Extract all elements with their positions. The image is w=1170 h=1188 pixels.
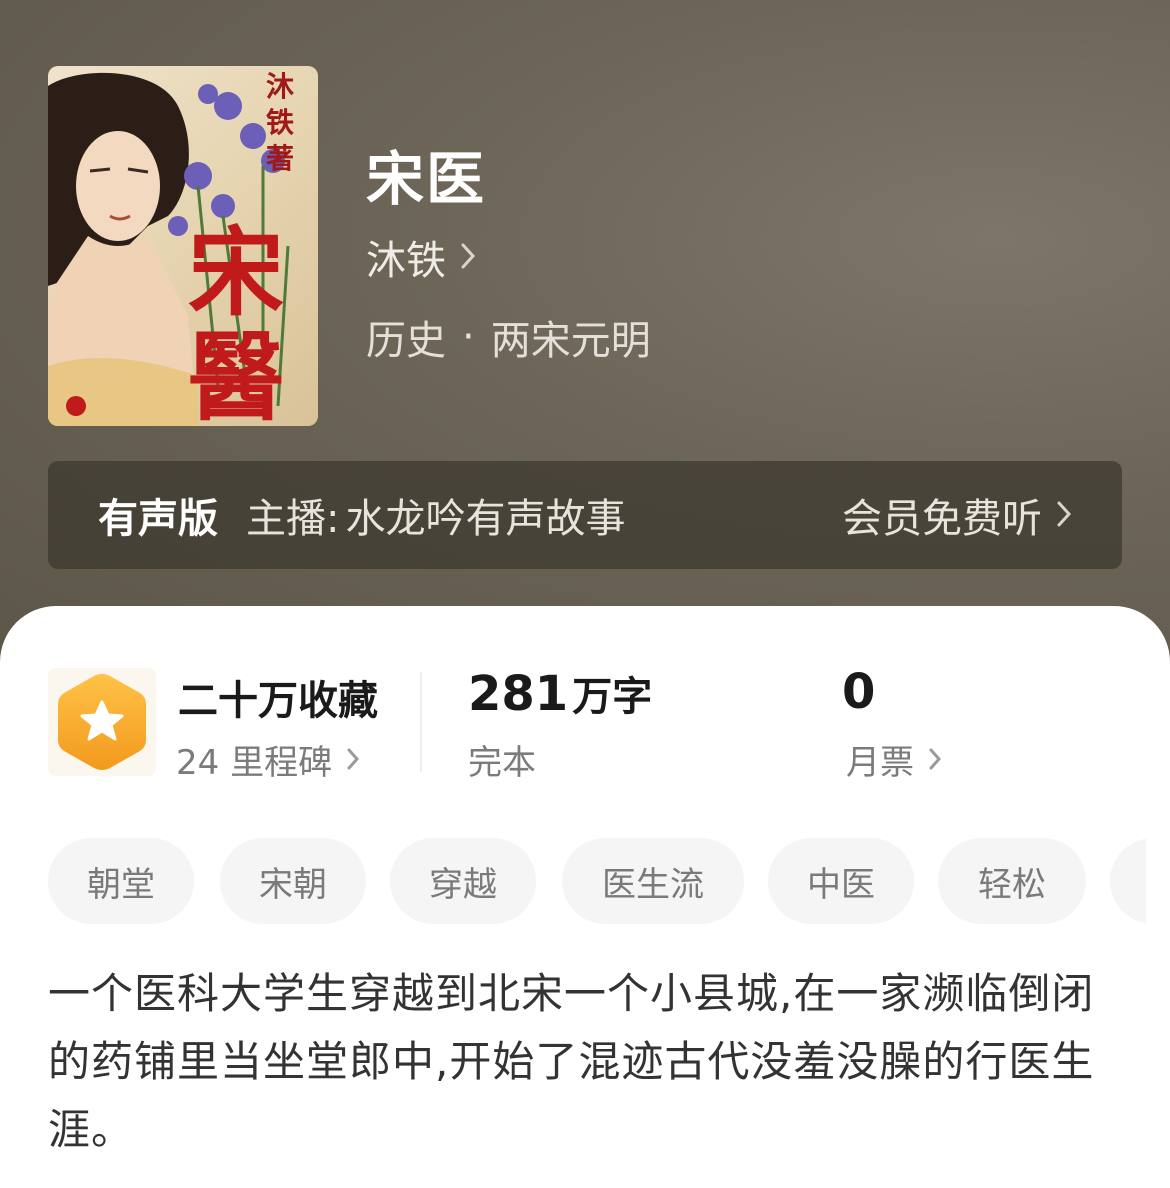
subcategory: 两宋元明 [490, 318, 651, 364]
category: 历史 [366, 318, 446, 364]
monthly-tickets-label: 月票 [846, 743, 914, 783]
svg-text:沐: 沐 [266, 70, 294, 103]
audio-host: 主播: 水龙吟有声故事 [246, 486, 625, 544]
milestones-link[interactable]: 24 里程碑 [176, 735, 360, 784]
svg-text:铁: 铁 [266, 106, 294, 139]
tag-chip[interactable]: 医生流 [562, 838, 744, 924]
tag-chip[interactable]: 穿越 [390, 838, 536, 924]
book-synopsis: 一个医科大学生穿越到北宋一个小县城,在一家濒临倒闭的药铺里当坐堂郎中,开始了混迹… [48, 969, 1095, 1154]
book-title: 宋医 [366, 145, 487, 213]
host-colon: : [326, 496, 340, 542]
chevron-right-icon [928, 740, 942, 780]
listen-free-button[interactable]: 会员免费听 [842, 486, 1072, 544]
word-count: 281 万字 [468, 664, 652, 722]
chevron-right-icon [1056, 492, 1072, 538]
audio-label: 有声版 [98, 496, 218, 542]
svg-text:醫: 醫 [188, 321, 284, 426]
author-link[interactable]: 沐铁 [366, 228, 476, 286]
genre-separator: · [462, 314, 475, 360]
tag-chip[interactable]: 轻松 [938, 838, 1086, 924]
word-count-unit: 万字 [572, 674, 653, 720]
word-count-number: 281 [468, 666, 569, 722]
star-hexagon-icon [58, 674, 146, 770]
tag-chip[interactable]: 宋朝 [220, 838, 366, 924]
genre-info: 历史 · 两宋元明 [366, 308, 651, 366]
svg-text:宋: 宋 [188, 216, 284, 329]
audio-version-bar[interactable]: 有声版 主播: 水龙吟有声故事 会员免费听 [48, 461, 1122, 569]
completion-status: 完本 [468, 743, 536, 783]
monthly-tickets-count: 0 [842, 664, 876, 720]
tag-list: 朝堂 宋朝 穿越 医生流 中医 轻松 [48, 838, 1146, 924]
cover-illustration: 沐 铁 著 宋 醫 [48, 70, 294, 426]
book-header: 沐 铁 著 宋 醫 宋医 沐铁 历史 · 两宋元明 有声版 主播: 水龙吟有声故事… [0, 0, 1170, 680]
tag-chip[interactable]: 朝堂 [48, 838, 194, 924]
tag-chip[interactable]: 中医 [768, 838, 914, 924]
author-name: 沐铁 [366, 238, 446, 284]
stats-divider [420, 672, 422, 772]
listen-free-label: 会员免费听 [842, 496, 1042, 542]
tag-chip-partial[interactable] [1110, 838, 1146, 924]
chevron-right-icon [346, 740, 360, 780]
host-name: 水龙吟有声故事 [345, 496, 626, 542]
chevron-right-icon [460, 234, 476, 280]
host-prefix: 主播 [246, 496, 326, 542]
favorites-count: 二十万收藏 [178, 678, 378, 724]
svg-text:著: 著 [265, 142, 294, 175]
book-cover[interactable]: 沐 铁 著 宋 醫 [48, 66, 318, 426]
favorite-badge [48, 668, 156, 776]
milestones-label: 24 里程碑 [176, 743, 333, 783]
monthly-tickets-link[interactable]: 月票 [846, 735, 942, 784]
